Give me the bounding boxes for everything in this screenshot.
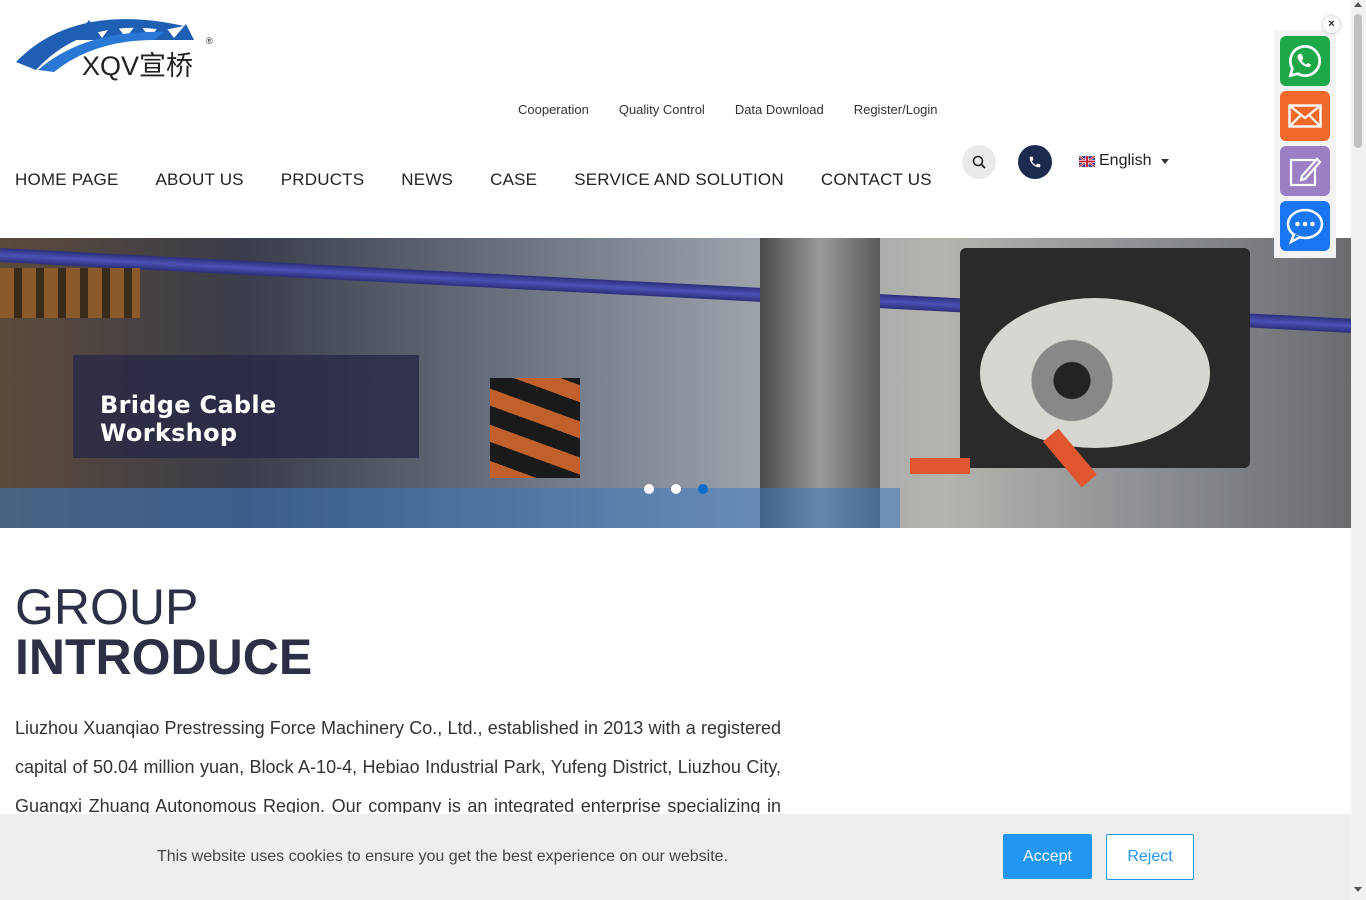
carousel-dot-1[interactable] — [644, 484, 654, 494]
hero-machine-graphic — [760, 238, 880, 528]
whatsapp-icon — [1288, 45, 1321, 78]
live-chat-button[interactable] — [1280, 201, 1330, 251]
hero-copper-graphic — [490, 378, 580, 478]
topnav-cooperation[interactable]: Cooperation — [518, 102, 589, 117]
mail-icon — [1288, 104, 1322, 128]
hero-roller-graphic — [980, 298, 1210, 448]
close-icon[interactable]: × — [1323, 16, 1340, 33]
hero-caption-text: Bridge Cable Workshop — [100, 391, 277, 447]
language-selector[interactable]: English — [1079, 152, 1170, 170]
whatsapp-button[interactable] — [1280, 36, 1330, 86]
inquiry-form-button[interactable] — [1280, 146, 1330, 196]
topnav-quality-control[interactable]: Quality Control — [619, 102, 705, 117]
main-navigation: HOME PAGE ABOUT US PRDUCTS NEWS CASE SER… — [15, 170, 969, 190]
hero-handle-graphic-2 — [910, 458, 970, 474]
intro-title-light: GROUP — [15, 579, 199, 635]
edit-form-icon — [1289, 157, 1322, 187]
logo-text: XQV宣桥 — [82, 51, 194, 81]
company-logo[interactable]: XQV宣桥 ® — [14, 10, 219, 81]
uk-flag-icon — [1079, 155, 1095, 167]
accept-cookies-button[interactable]: Accept — [1003, 834, 1092, 879]
nav-case[interactable]: CASE — [490, 170, 537, 190]
hero-caption-box: Bridge Cable Workshop — [73, 355, 419, 458]
logo-registered-mark: ® — [206, 36, 213, 46]
cookie-message: This website uses cookies to ensure you … — [157, 848, 728, 865]
phone-icon — [1029, 156, 1041, 168]
nav-products[interactable]: PRDUCTS — [281, 170, 365, 190]
nav-home-page[interactable]: HOME PAGE — [15, 170, 119, 190]
scrollbar-thumb[interactable] — [1354, 14, 1362, 148]
carousel-dot-3[interactable] — [698, 484, 708, 494]
intro-paragraph: Liuzhou Xuanqiao Prestressing Force Mach… — [15, 718, 781, 813]
hero-chain-graphic — [0, 268, 140, 318]
scroll-down-arrow-icon[interactable] — [1354, 887, 1362, 892]
nav-news[interactable]: NEWS — [401, 170, 453, 190]
intro-title-bold: INTRODUCE — [15, 629, 313, 685]
cookie-banner: This website uses cookies to ensure you … — [0, 814, 1351, 900]
email-button[interactable] — [1280, 91, 1330, 141]
nav-about-us[interactable]: ABOUT US — [156, 170, 244, 190]
top-navigation: Cooperation Quality Control Data Downloa… — [518, 102, 938, 117]
topnav-data-download[interactable]: Data Download — [735, 102, 824, 117]
language-label: English — [1099, 152, 1152, 169]
carousel-dots — [644, 484, 708, 494]
search-button[interactable] — [962, 145, 996, 179]
phone-button[interactable] — [1018, 145, 1052, 179]
hero-banner[interactable]: Bridge Cable Workshop — [0, 238, 1351, 528]
nav-contact-us[interactable]: CONTACT US — [821, 170, 932, 190]
topnav-register-login[interactable]: Register/Login — [854, 102, 938, 117]
search-icon — [972, 155, 986, 169]
reject-cookies-button[interactable]: Reject — [1106, 834, 1194, 880]
scroll-up-arrow-icon[interactable] — [1354, 2, 1362, 7]
nav-service-and-solution[interactable]: SERVICE AND SOLUTION — [574, 170, 784, 190]
hero-base-graphic — [0, 488, 900, 528]
chat-icon — [1286, 208, 1324, 245]
chevron-down-icon — [1161, 158, 1170, 164]
carousel-dot-2[interactable] — [671, 484, 681, 494]
